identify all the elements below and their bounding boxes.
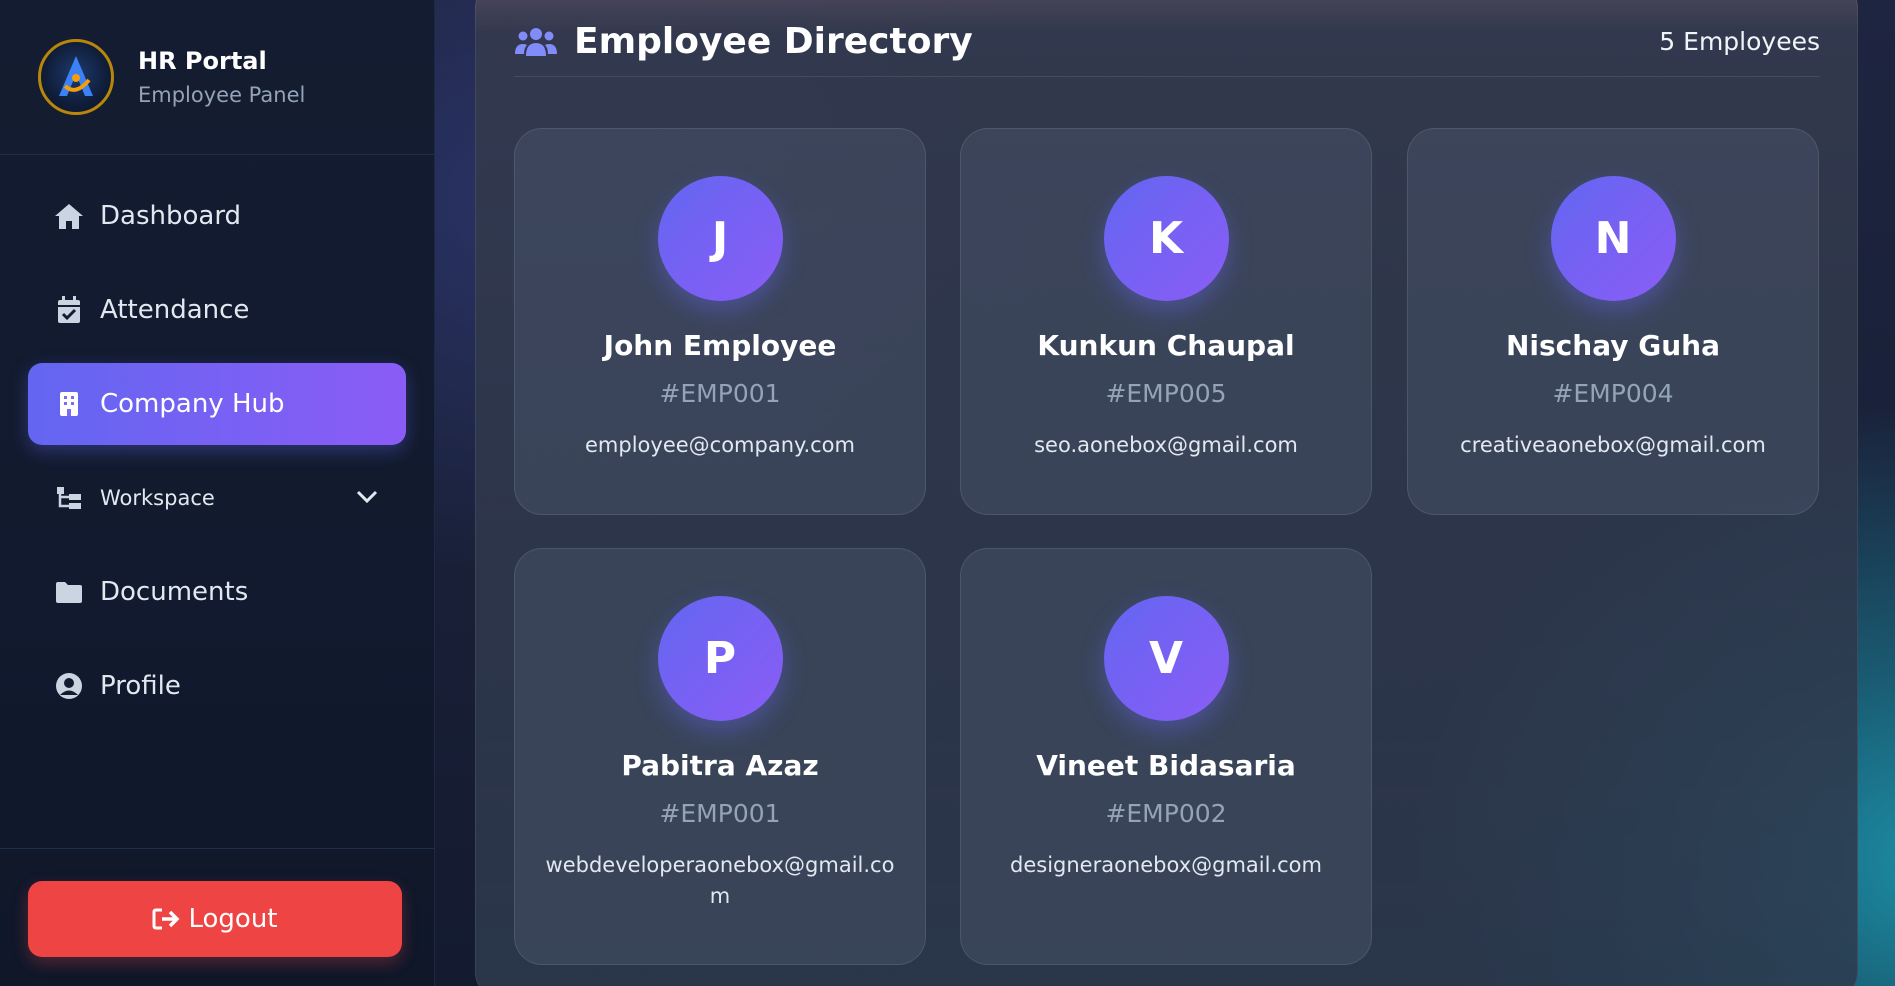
employee-card[interactable]: K Kunkun Chaupal #EMP005 seo.aonebox@gma… [960, 128, 1372, 515]
brand-title: HR Portal [138, 47, 267, 75]
logo-icon [38, 39, 114, 115]
employee-email: employee@company.com [585, 433, 855, 457]
users-icon [514, 26, 558, 58]
employee-email: designeraonebox@gmail.com [1010, 853, 1322, 877]
employee-email: webdeveloperaonebox@gmail.com [545, 853, 895, 908]
employee-card[interactable]: N Nischay Guha #EMP004 creativeaonebox@g… [1407, 128, 1819, 515]
sidebar-item-profile[interactable]: Profile [28, 645, 406, 727]
sidebar-item-company-hub[interactable]: Company Hub [28, 363, 406, 445]
page-title: Employee Directory [514, 21, 973, 62]
sitemap-icon [54, 483, 84, 513]
sidebar-item-workspace[interactable]: Workspace [28, 457, 406, 539]
sidebar-item-label: Documents [100, 577, 249, 607]
employee-count: 5 Employees [1659, 27, 1820, 56]
employee-email: seo.aonebox@gmail.com [1034, 433, 1298, 457]
sidebar-nav: Dashboard Attendance Company Hub Workspa… [0, 155, 434, 727]
employee-id: #EMP001 [659, 799, 781, 828]
employee-card[interactable]: P Pabitra Azaz #EMP001 webdeveloperaoneb… [514, 548, 926, 965]
employee-card[interactable]: J John Employee #EMP001 employee@company… [514, 128, 926, 515]
brand-text: HR Portal Employee Panel [138, 47, 305, 107]
employee-id: #EMP002 [1105, 799, 1227, 828]
calendar-check-icon [54, 295, 84, 325]
brand-subtitle: Employee Panel [138, 83, 306, 107]
sidebar-item-label: Workspace [100, 486, 215, 510]
user-circle-icon [54, 671, 84, 701]
employee-name: John Employee [603, 329, 837, 362]
avatar: V [1103, 596, 1229, 721]
folder-icon [54, 577, 84, 607]
brand: HR Portal Employee Panel [0, 0, 434, 155]
employee-name: Kunkun Chaupal [1037, 329, 1295, 362]
avatar: P [657, 596, 783, 721]
logout-label: Logout [188, 904, 278, 934]
employee-id: #EMP001 [659, 379, 781, 408]
sidebar-item-label: Company Hub [100, 389, 285, 419]
employee-id: #EMP004 [1552, 379, 1674, 408]
logout-button[interactable]: Logout [28, 881, 402, 957]
avatar: J [657, 176, 783, 301]
sidebar-item-label: Profile [100, 671, 181, 701]
sidebar-item-attendance[interactable]: Attendance [28, 269, 406, 351]
avatar: K [1103, 176, 1229, 301]
avatar: N [1550, 176, 1676, 301]
employee-card[interactable]: V Vineet Bidasaria #EMP002 designeraoneb… [960, 548, 1372, 965]
page-title-text: Employee Directory [574, 21, 973, 62]
sidebar-item-label: Dashboard [100, 201, 242, 231]
chevron-down-icon[interactable] [356, 485, 378, 509]
sidebar-item-documents[interactable]: Documents [28, 551, 406, 633]
sidebar-item-dashboard[interactable]: Dashboard [28, 175, 406, 257]
employee-directory-panel: Employee Directory 5 Employees J John Em… [475, 0, 1858, 986]
sign-out-icon [152, 907, 180, 931]
employee-name: Nischay Guha [1505, 329, 1720, 362]
home-icon [54, 201, 84, 231]
panel-header: Employee Directory 5 Employees [514, 1, 1820, 77]
building-icon [54, 389, 84, 419]
sidebar-item-label: Attendance [100, 295, 250, 325]
employee-email: creativeaonebox@gmail.com [1460, 433, 1766, 457]
app-root: HR Portal Employee Panel Dashboard Atten… [0, 0, 1895, 986]
main-content: Employee Directory 5 Employees J John Em… [435, 0, 1895, 986]
employee-name: Vineet Bidasaria [1036, 749, 1296, 782]
sidebar-footer: Logout [0, 848, 435, 986]
employee-id: #EMP005 [1105, 379, 1227, 408]
employee-name: Pabitra Azaz [621, 749, 819, 782]
sidebar: HR Portal Employee Panel Dashboard Atten… [0, 0, 435, 986]
